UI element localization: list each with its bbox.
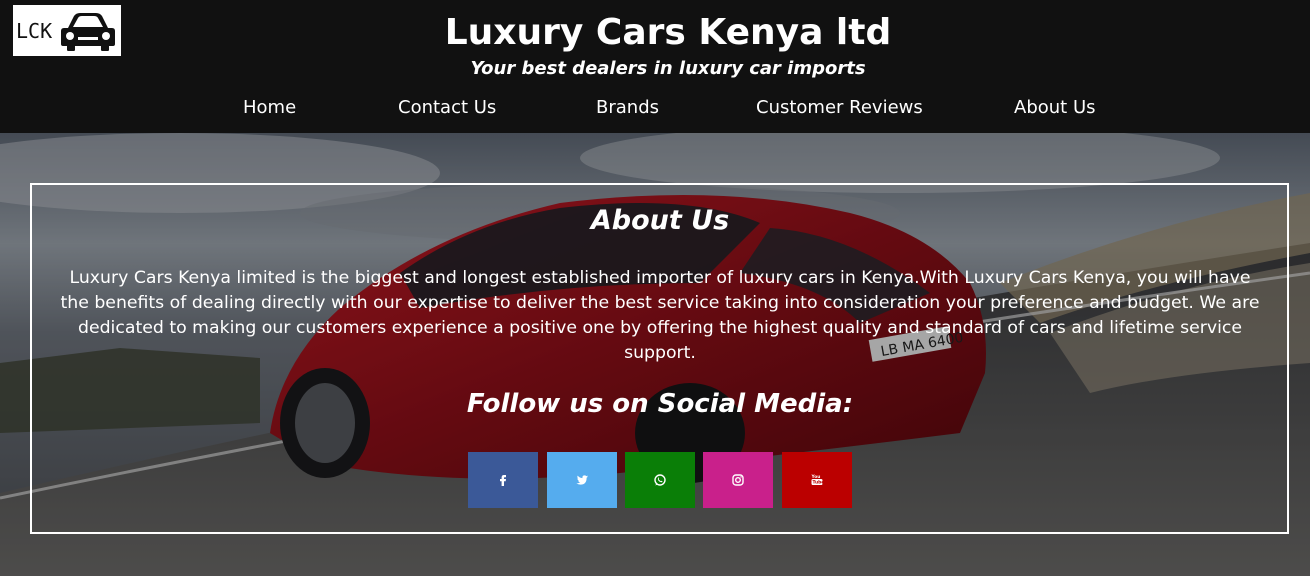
site-tagline: Your best dealers in luxury car imports	[470, 58, 866, 79]
site-header: LCK Luxury Cars Kenya ltd Your best deal…	[0, 0, 1310, 133]
twitter-button[interactable]	[547, 452, 617, 508]
youtube-button[interactable]: You Tube	[782, 452, 852, 508]
whatsapp-button[interactable]	[625, 452, 695, 508]
facebook-icon	[500, 475, 506, 486]
about-title: About Us	[590, 205, 730, 236]
main-nav: Home Contact Us Brands Customer Reviews …	[0, 97, 1310, 121]
site-title: Luxury Cars Kenya ltd	[444, 12, 892, 53]
nav-about-us[interactable]: About Us	[1014, 97, 1096, 118]
whatsapp-icon	[654, 474, 666, 486]
youtube-icon: You Tube	[811, 474, 825, 486]
page: LB MA 6400 LCK Luxury Cars Kenya ltd You…	[0, 0, 1310, 576]
instagram-button[interactable]	[703, 452, 773, 508]
svg-text:Tube: Tube	[813, 480, 825, 486]
nav-contact-us[interactable]: Contact Us	[398, 97, 496, 118]
twitter-icon	[576, 475, 588, 485]
social-title: Follow us on Social Media:	[466, 389, 854, 419]
facebook-button[interactable]	[468, 452, 538, 508]
about-body: Luxury Cars Kenya limited is the biggest…	[60, 268, 1260, 363]
instagram-icon	[732, 474, 744, 486]
nav-home[interactable]: Home	[243, 97, 296, 118]
nav-customer-reviews[interactable]: Customer Reviews	[756, 97, 923, 118]
nav-brands[interactable]: Brands	[596, 97, 659, 118]
